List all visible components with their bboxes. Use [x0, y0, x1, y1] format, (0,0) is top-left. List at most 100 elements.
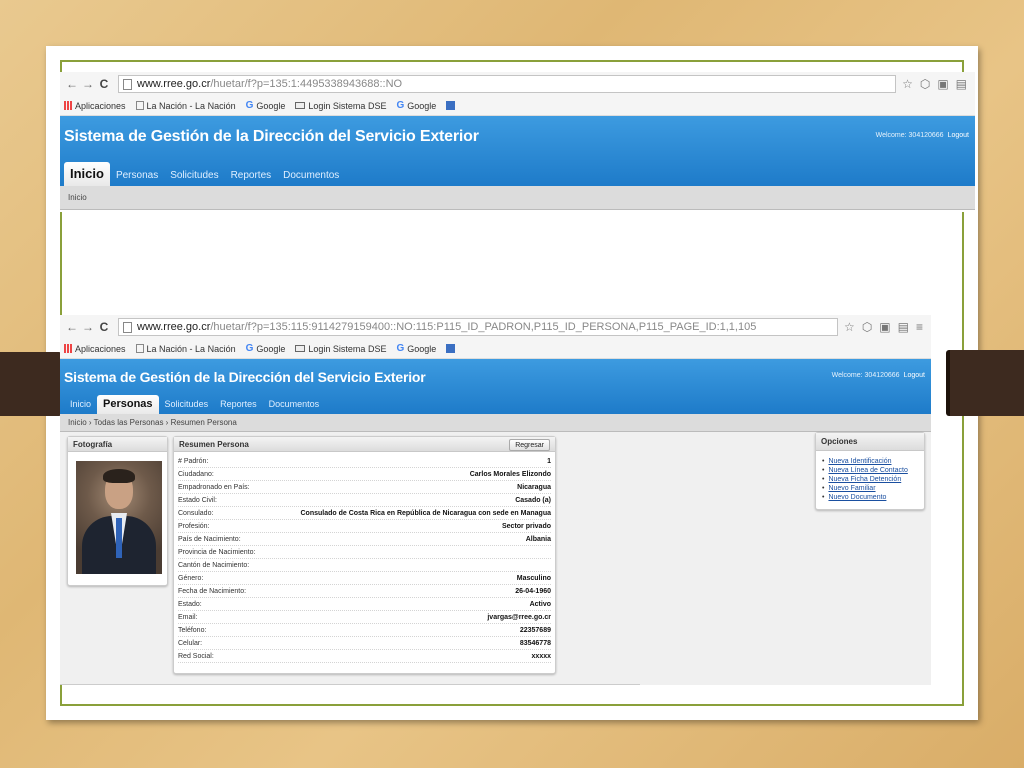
url-path: /huetar/f?p=135:1:4495338943688::NO [210, 78, 403, 90]
bookmarks-bar: Aplicaciones La Nación - La Nación G Goog… [60, 339, 931, 359]
bookmark-apps[interactable]: Aplicaciones [64, 101, 126, 111]
address-bar[interactable]: www.rree.go.cr/huetar/f?p=135:115:911427… [118, 318, 839, 336]
app-title: Sistema de Gestión de la Dirección del S… [64, 369, 426, 385]
options-panel: Opciones Nueva IdentificaciónNueva Línea… [815, 432, 925, 510]
logout-link[interactable]: Logout [904, 372, 925, 379]
tab-solicitudes[interactable]: Solicitudes [164, 170, 224, 181]
summary-row: Celular: 83546778 [178, 637, 551, 650]
summary-row-value: 83546778 [519, 639, 551, 647]
summary-row-label: Profesión: [178, 522, 210, 530]
menu-icon[interactable]: ≡ [916, 320, 923, 334]
options-list: Nueva IdentificaciónNueva Línea de Conta… [816, 451, 924, 502]
summary-row: Cantón de Nacimiento: [178, 559, 551, 572]
breadcrumb-text[interactable]: Inicio [68, 193, 87, 202]
tab-personas[interactable]: Personas [97, 395, 159, 414]
breadcrumb: Inicio › Todas las Personas › Resumen Pe… [60, 414, 931, 432]
app-header: Sistema de Gestión de la Dirección del S… [60, 116, 975, 186]
tab-inicio[interactable]: Inicio [64, 399, 97, 409]
tab-documentos[interactable]: Documentos [277, 170, 345, 181]
back-arrow-icon[interactable]: ← [64, 320, 80, 334]
summary-row-label: # Padrón: [178, 457, 209, 465]
logout-link[interactable]: Logout [948, 132, 969, 139]
summary-row-value: 22357689 [519, 626, 551, 634]
apps-icon [64, 344, 72, 353]
bookmark-extension[interactable] [446, 101, 456, 110]
tab-inicio[interactable]: Inicio [64, 162, 110, 186]
bookmark-extension[interactable] [446, 344, 456, 353]
extension-icon[interactable]: ⬡ [862, 320, 872, 334]
bookmark-la-nacion[interactable]: La Nación - La Nación [135, 101, 236, 111]
back-arrow-icon[interactable]: ← [64, 77, 80, 91]
extension-icon[interactable]: ⬡ [920, 77, 930, 91]
summary-row-label: Género: [178, 574, 204, 582]
breadcrumb-text[interactable]: Inicio › Todas las Personas › Resumen Pe… [68, 418, 237, 427]
summary-row-value: jvargas@rree.go.cr [487, 613, 551, 621]
person-photo [76, 461, 162, 574]
extension-icon[interactable]: ▣ [879, 320, 890, 334]
bookmark-google[interactable]: G Google [246, 100, 286, 111]
tab-reportes[interactable]: Reportes [214, 399, 263, 409]
summary-row-label: País de Nacimiento: [178, 535, 241, 543]
option-link[interactable]: Nuevo Familiar [822, 484, 924, 493]
summary-row-value: Activo [529, 600, 551, 608]
tab-documentos[interactable]: Documentos [263, 399, 326, 409]
tab-reportes[interactable]: Reportes [225, 170, 278, 181]
breadcrumb: Inicio [60, 186, 975, 210]
document-icon [135, 101, 144, 110]
summary-row-value: Nicaragua [517, 483, 551, 491]
option-link-label[interactable]: Nueva Identificación [828, 457, 891, 466]
tab-solicitudes[interactable]: Solicitudes [159, 399, 215, 409]
regresar-button[interactable]: Regresar [509, 439, 550, 451]
option-link-label[interactable]: Nueva Línea de Contacto [828, 466, 907, 475]
tab-personas[interactable]: Personas [110, 170, 164, 181]
translate-icon [446, 101, 456, 110]
bookmark-google-2[interactable]: G Google [396, 100, 436, 111]
bookmark-apps[interactable]: Aplicaciones [64, 344, 126, 354]
bookmark-login-dse[interactable]: Login Sistema DSE [295, 101, 386, 111]
bookmark-la-nacion[interactable]: La Nación - La Nación [135, 344, 236, 354]
summary-row: Ciudadano: Carlos Morales Elizondo [178, 468, 551, 481]
main-tabs: Inicio Personas Solicitudes Reportes Doc… [64, 395, 325, 414]
option-link[interactable]: Nueva Ficha Detención [822, 475, 924, 484]
summary-row-value: 1 [547, 457, 551, 465]
extension-icon[interactable]: ▣ [937, 77, 948, 91]
bookmark-login-dse[interactable]: Login Sistema DSE [295, 344, 386, 354]
option-link[interactable]: Nueva Línea de Contacto [822, 466, 924, 475]
option-link[interactable]: Nueva Identificación [822, 457, 924, 466]
summary-row-label: Cantón de Nacimiento: [178, 561, 250, 569]
url-host: www.rree.go.cr [137, 321, 211, 333]
extension-icon[interactable]: ▤ [898, 320, 909, 334]
document-icon [135, 344, 144, 353]
option-link-label[interactable]: Nuevo Documento [828, 493, 886, 502]
summary-rows: # Padrón: 1 Ciudadano: Carlos Morales Elizo… [174, 452, 555, 663]
summary-row-label: Teléfono: [178, 626, 207, 634]
reload-icon[interactable]: C [96, 77, 112, 91]
summary-row-label: Estado: [178, 600, 202, 608]
star-icon[interactable]: ☆ [844, 320, 855, 334]
page-icon [123, 78, 132, 90]
summary-panel-header: Resumen Persona Regresar [174, 437, 555, 452]
option-link-label[interactable]: Nueva Ficha Detención [828, 475, 901, 484]
main-tabs: Inicio Personas Solicitudes Reportes Doc… [64, 162, 345, 186]
summary-row-label: Estado Civil: [178, 496, 217, 504]
browser-window-home: ← → C www.rree.go.cr/huetar/f?p=135:1:44… [60, 72, 975, 212]
option-link-label[interactable]: Nuevo Familiar [828, 484, 875, 493]
summary-row: Teléfono: 22357689 [178, 624, 551, 637]
address-bar[interactable]: www.rree.go.cr/huetar/f?p=135:1:44953389… [118, 75, 897, 93]
forward-arrow-icon[interactable]: → [80, 77, 96, 91]
summary-row-value: Carlos Morales Elizondo [469, 470, 551, 478]
options-panel-title: Opciones [816, 433, 924, 451]
option-link[interactable]: Nuevo Documento [822, 493, 924, 502]
translate-icon [446, 344, 456, 353]
summary-panel: Resumen Persona Regresar # Padrón: 1 Ciuda… [173, 436, 556, 674]
summary-row: Email: jvargas@rree.go.cr [178, 611, 551, 624]
summary-row-value: Albania [525, 535, 551, 543]
summary-row-label: Empadronado en País: [178, 483, 250, 491]
bookmark-google[interactable]: G Google [246, 343, 286, 354]
summary-row: Empadronado en País: Nicaragua [178, 481, 551, 494]
star-icon[interactable]: ☆ [902, 77, 913, 91]
forward-arrow-icon[interactable]: → [80, 320, 96, 334]
reload-icon[interactable]: C [96, 320, 112, 334]
menu-icon[interactable]: ▤ [956, 77, 967, 91]
bookmark-google-2[interactable]: G Google [396, 343, 436, 354]
